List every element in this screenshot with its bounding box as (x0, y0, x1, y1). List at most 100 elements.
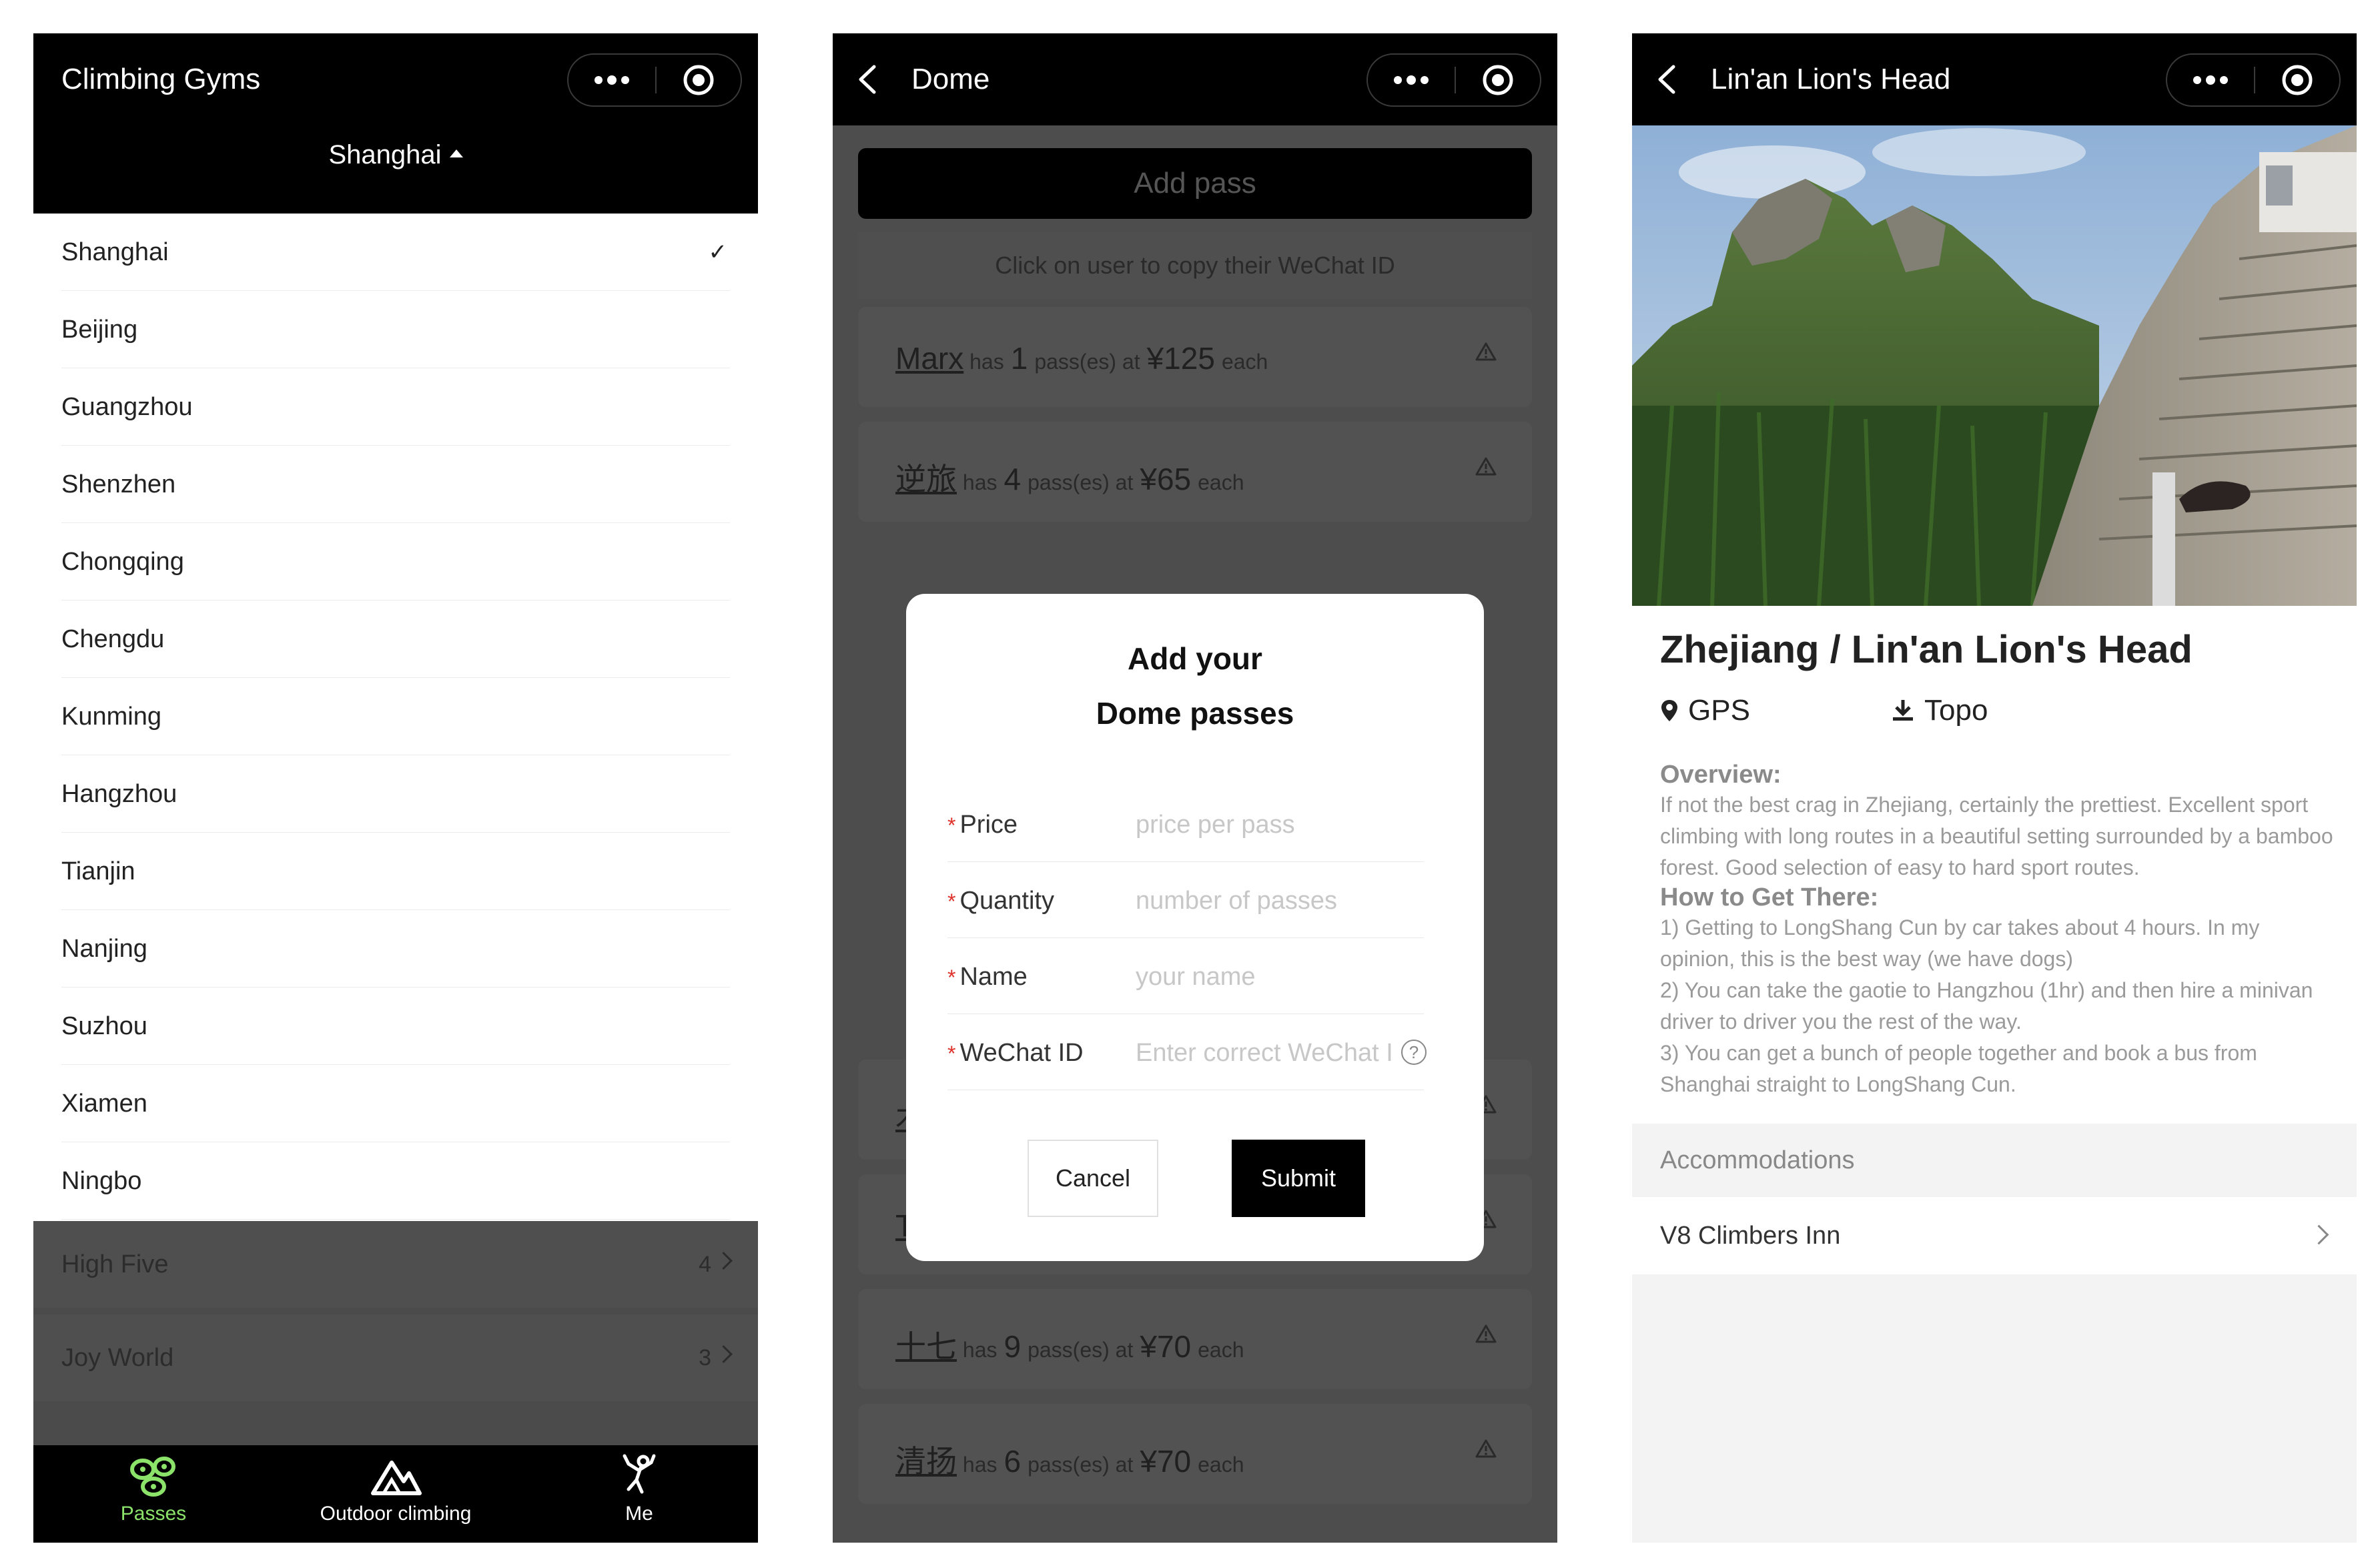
city-selector-bar: Shanghai (33, 125, 758, 214)
gps-link[interactable]: GPS (1660, 694, 1750, 727)
tab-outdoor-climbing[interactable]: Outdoor climbing (299, 1445, 492, 1543)
tab-bar: Passes Outdoor climbing Me (33, 1445, 758, 1543)
tab-me[interactable]: Me (572, 1445, 706, 1543)
directions-item: 1) Getting to LongShang Cun by car takes… (1660, 915, 2260, 971)
city-item[interactable]: Hangzhou (61, 755, 730, 833)
help-icon[interactable]: ? (1401, 1040, 1427, 1065)
topo-link[interactable]: Topo (1891, 694, 1988, 727)
city-item[interactable]: Beijing (61, 291, 730, 368)
city-item[interactable]: Chongqing (61, 523, 730, 601)
user-link[interactable]: Marx (895, 341, 963, 376)
pass-listing-text: 清扬 has 6 pass(es) at ¥70 each (895, 1437, 1244, 1481)
chevron-right-icon (2309, 1224, 2329, 1245)
gym-list: High Five 4 Joy World 3 (33, 1221, 758, 1479)
pass-listing-text: 逆旅 has 4 pass(es) at ¥65 each (895, 455, 1244, 499)
field-input[interactable]: your name (1136, 939, 1256, 1014)
passes-at-word: pass(es) at (1028, 470, 1134, 494)
accommodations-header: Accommodations (1632, 1124, 2357, 1197)
city-name: Guangzhou (61, 393, 193, 421)
pass-price: ¥70 (1140, 1444, 1192, 1479)
report-warning-icon[interactable] (1475, 456, 1497, 476)
tab-passes[interactable]: Passes (67, 1445, 240, 1543)
field-label-text: Quantity (959, 887, 1054, 915)
city-name: Xiamen (61, 1090, 147, 1118)
city-item[interactable]: Tianjin (61, 833, 730, 910)
accommodation-item[interactable]: V8 Climbers Inn (1632, 1197, 2357, 1275)
city-name: Chongqing (61, 548, 184, 576)
field-input[interactable]: number of passes (1136, 863, 1337, 938)
pass-quantity: 6 (1004, 1444, 1022, 1479)
city-dropdown[interactable]: Shanghai (33, 140, 758, 170)
gym-item[interactable]: Joy World 3 (33, 1314, 758, 1401)
report-warning-icon[interactable] (1475, 1439, 1497, 1459)
back-arrow-icon[interactable] (1655, 33, 1695, 125)
topo-label: Topo (1924, 694, 1988, 727)
field-label: * Name (947, 939, 1028, 1015)
report-warning-icon[interactable] (1475, 1324, 1497, 1344)
field-input[interactable]: price per pass (1136, 787, 1295, 862)
climbing-holds-icon (130, 1457, 175, 1497)
add-pass-button[interactable]: Add pass (858, 148, 1532, 219)
city-name: Hangzhou (61, 780, 177, 808)
cancel-button[interactable]: Cancel (1028, 1140, 1158, 1217)
climber-icon (623, 1454, 656, 1494)
field-label-text: Name (959, 963, 1028, 991)
form-field: * Quantity number of passes (947, 863, 1424, 938)
overview-text: If not the best crag in Zhejiang, certai… (1660, 793, 2333, 879)
back-arrow-icon[interactable] (855, 33, 895, 125)
city-name: Tianjin (61, 857, 135, 885)
more-icon[interactable] (568, 55, 655, 105)
gym-name: Joy World (61, 1344, 174, 1372)
copy-hint: Click on user to copy their WeChat ID (858, 232, 1532, 299)
gym-pass-count: 3 (699, 1345, 711, 1370)
more-icon[interactable] (2167, 55, 2254, 105)
close-target-icon[interactable] (1456, 55, 1540, 105)
city-item[interactable]: Suzhou (61, 988, 730, 1065)
nav-bar: Climbing Gyms (33, 33, 758, 125)
climbing-gyms-screen: Climbing Gyms Shanghai Shanghai ✓ Beijing G… (33, 33, 758, 1543)
tab-label: Passes (120, 1503, 187, 1525)
city-item[interactable]: Ningbo (61, 1142, 730, 1220)
user-link[interactable]: 清扬 (895, 1444, 957, 1479)
pass-listing-text: Marx has 1 pass(es) at ¥125 each (895, 340, 1268, 376)
each-word: each (1198, 1453, 1244, 1477)
city-name: Shenzhen (61, 470, 176, 498)
location-pin-icon (1661, 700, 1677, 721)
city-name: Kunming (61, 703, 161, 731)
city-item[interactable]: Guangzhou (61, 368, 730, 446)
overview-heading: Overview: (1660, 761, 1782, 789)
form-field: * WeChat ID Enter correct WeChat I? (947, 1016, 1427, 1090)
field-label-text: WeChat ID (959, 1039, 1084, 1067)
close-target-icon[interactable] (657, 55, 741, 105)
add-passes-modal: Add your Dome passes * Price price per pas… (906, 594, 1484, 1261)
city-item[interactable]: Shanghai ✓ (61, 214, 730, 291)
required-mark: * (947, 1042, 956, 1066)
close-target-icon[interactable] (2255, 55, 2339, 105)
city-item[interactable]: Chengdu (61, 601, 730, 678)
crag-photo (1632, 125, 2357, 606)
submit-button[interactable]: Submit (1232, 1140, 1365, 1217)
user-link[interactable]: 十七 (895, 1329, 957, 1364)
city-item[interactable]: Xiamen (61, 1065, 730, 1142)
pass-listing-row: Marx has 1 pass(es) at ¥125 each (858, 307, 1532, 407)
user-link[interactable]: 逆旅 (895, 462, 957, 496)
gym-item[interactable]: High Five 4 (33, 1221, 758, 1308)
form-field: * Price price per pass (947, 787, 1424, 862)
city-item[interactable]: Kunming (61, 678, 730, 755)
city-item[interactable]: Shenzhen (61, 446, 730, 523)
city-list: Shanghai ✓ Beijing Guangzhou Shenzhen Chongqi… (33, 214, 758, 1254)
more-icon[interactable] (1368, 55, 1455, 105)
pass-quantity: 9 (1004, 1329, 1022, 1364)
city-item[interactable]: Nanjing (61, 910, 730, 988)
city-name: Ningbo (61, 1167, 142, 1195)
pass-price: ¥70 (1140, 1329, 1192, 1364)
passes-at-word: pass(es) at (1028, 1453, 1134, 1477)
each-word: each (1198, 470, 1244, 494)
empty-area (1632, 1274, 2357, 1543)
has-word: has (962, 1338, 998, 1362)
field-input[interactable]: Enter correct WeChat I (1136, 1016, 1393, 1090)
each-word: each (1198, 1338, 1244, 1362)
report-warning-icon[interactable] (1475, 342, 1497, 362)
crag-description: Overview: If not the best crag in Zhejia… (1660, 761, 2334, 1100)
field-label: * Quantity (947, 863, 1054, 939)
